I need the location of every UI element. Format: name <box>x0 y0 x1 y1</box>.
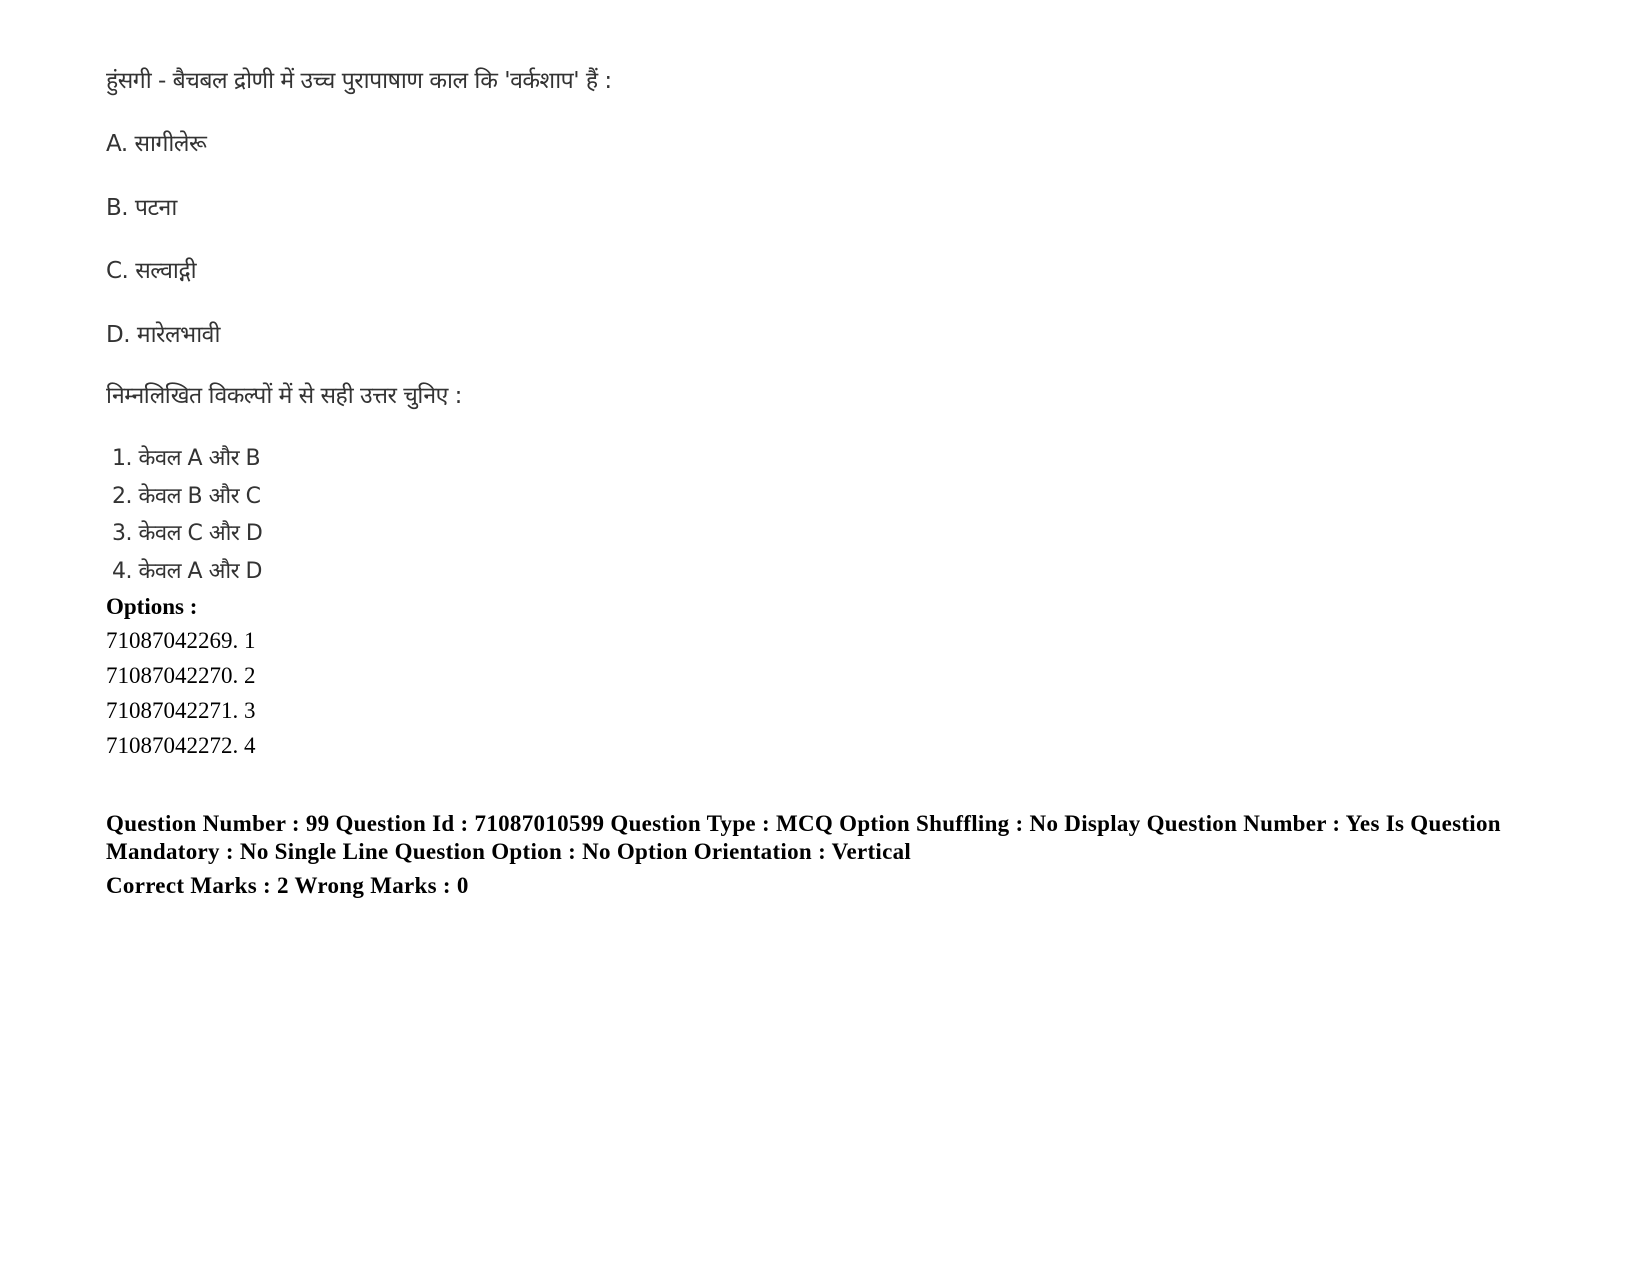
choice-item: 3. केवल C और D <box>112 521 263 546</box>
choice-item: 1. केवल A और B <box>112 446 261 471</box>
statement-label: A. <box>106 131 128 157</box>
choice-item: 4. केवल A और D <box>112 559 263 584</box>
option-item: 71087042271. 3 <box>106 698 256 723</box>
options-label: Options : <box>106 594 198 619</box>
option-item: 71087042272. 4 <box>106 733 256 758</box>
statement-a: A. सागीलेरू <box>106 126 207 158</box>
statement-d: D. मारेलभावी <box>106 317 220 349</box>
instruction-text: निम्नलिखित विकल्पों में से सही उत्तर चुन… <box>106 383 462 409</box>
statement-label: C. <box>106 258 129 284</box>
option-item: 71087042269. 1 <box>106 628 256 653</box>
marks-info: Correct Marks : 2 Wrong Marks : 0 <box>106 873 469 898</box>
statement-text: मारेलभावी <box>136 322 221 348</box>
statement-text: सल्वाद्गी <box>135 258 197 284</box>
question-metadata: Question Number : 99 Question Id : 71087… <box>106 811 1501 864</box>
statement-c: C. सल्वाद्गी <box>106 253 197 285</box>
statement-label: B. <box>106 195 129 221</box>
statement-text: सागीलेरू <box>134 131 207 157</box>
question-text: हुंसगी - बैचबल द्रोणी में उच्च पुरापाषाण… <box>106 68 612 94</box>
statement-label: D. <box>106 322 131 348</box>
option-item: 71087042270. 2 <box>106 663 256 688</box>
document-page: हुंसगी - बैचबल द्रोणी में उच्च पुरापाषाण… <box>0 0 1650 1275</box>
statement-text: पटना <box>134 195 177 221</box>
choice-item: 2. केवल B और C <box>112 484 261 509</box>
statement-b: B. पटना <box>106 190 177 222</box>
